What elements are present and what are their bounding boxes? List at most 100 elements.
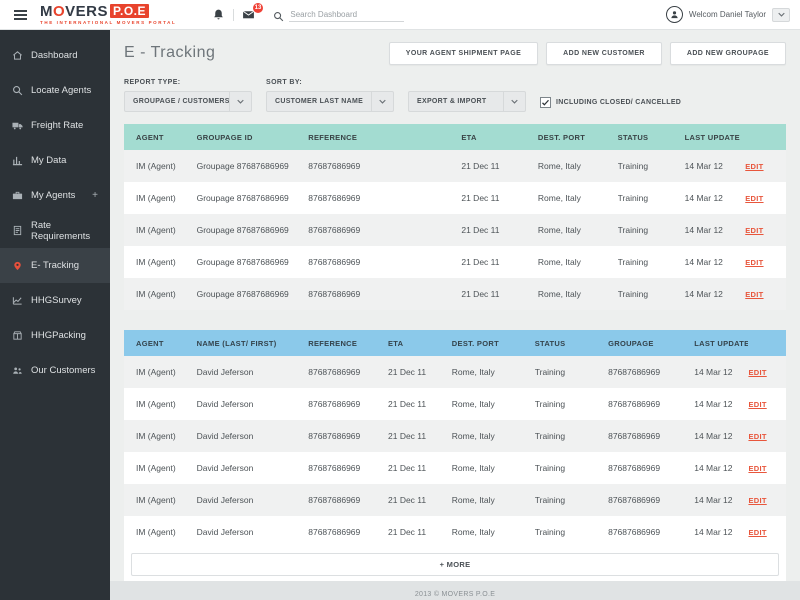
logo-tagline: THE INTERNATIONAL MOVERS PORTAL xyxy=(40,21,176,26)
table-cell: Training xyxy=(535,463,608,473)
table-cell: Training xyxy=(618,225,685,235)
table-row: IM (Agent)David Jeferson8768768696921 De… xyxy=(124,420,786,452)
sort-customer-last-name-dropdown[interactable]: CUSTOMER LAST NAME xyxy=(266,91,394,112)
search-input[interactable] xyxy=(289,8,404,22)
briefcase-icon xyxy=(12,190,23,201)
table-row: IM (Agent)Groupage 876876869698768768696… xyxy=(124,246,786,278)
edit-link[interactable]: EDIT xyxy=(748,400,774,409)
table-cell: 14 Mar 12 xyxy=(685,225,746,235)
copyright-text: 2013 © MOVERS P.O.E xyxy=(415,591,495,598)
table-cell: Rome, Italy xyxy=(452,399,535,409)
table-header-row: AGENTGROUPAGE IDREFERENCEETADEST. PORTST… xyxy=(124,124,786,150)
table-cell: 87687686969 xyxy=(308,367,388,377)
add-new-groupage-button[interactable]: ADD NEW GROUPAGE xyxy=(670,42,786,65)
table-cell: David Jeferson xyxy=(197,527,309,537)
sidebar-item-label: Rate Requirements xyxy=(31,220,98,242)
search-bar xyxy=(273,8,404,22)
sidebar-item-dashboard[interactable]: Dashboard xyxy=(0,38,110,73)
table-cell: 87687686969 xyxy=(608,495,694,505)
table-cell: 87687686969 xyxy=(608,527,694,537)
table-cell: David Jeferson xyxy=(197,431,309,441)
table-cell: 87687686969 xyxy=(308,289,461,299)
including-closed-cancelled-checkbox[interactable]: INCLUDING CLOSED/ CANCELLED xyxy=(540,97,681,108)
table-row: IM (Agent)Groupage 876876869698768768696… xyxy=(124,182,786,214)
load-more-button[interactable]: + MORE xyxy=(131,553,779,576)
sidebar-item-my-agents[interactable]: My Agents+ xyxy=(0,178,110,213)
search-icon xyxy=(273,9,284,20)
table-cell: Rome, Italy xyxy=(538,161,618,171)
sidebar-item-hhgsurvey[interactable]: HHGSurvey xyxy=(0,283,110,318)
table-row: IM (Agent)Groupage 876876869698768768696… xyxy=(124,214,786,246)
table-cell: 87687686969 xyxy=(308,399,388,409)
page-title: E - Tracking xyxy=(124,44,215,62)
footer: 2013 © MOVERS P.O.E xyxy=(110,581,800,600)
table-cell: Training xyxy=(618,193,685,203)
avatar[interactable] xyxy=(666,6,683,23)
sidebar-item-locate-agents[interactable]: Locate Agents xyxy=(0,73,110,108)
table-row: IM (Agent)Groupage 876876869698768768696… xyxy=(124,150,786,182)
chevron-down-icon xyxy=(229,92,251,111)
edit-link[interactable]: EDIT xyxy=(748,464,774,473)
more-panel: + MORE xyxy=(124,548,786,581)
sidebar-item-label: HHGSurvey xyxy=(31,295,82,306)
report-type-dropdown[interactable]: GROUPAGE / CUSTOMERS xyxy=(124,91,252,112)
edit-link[interactable]: EDIT xyxy=(745,162,774,171)
edit-link[interactable]: EDIT xyxy=(748,528,774,537)
table-cell: IM (Agent) xyxy=(136,527,197,537)
column-header: REFERENCE xyxy=(308,339,388,348)
table-row: IM (Agent)David Jeferson8768768696921 De… xyxy=(124,388,786,420)
column-header: REFERENCE xyxy=(308,133,461,142)
table-cell: 21 Dec 11 xyxy=(461,225,538,235)
table-cell: 14 Mar 12 xyxy=(685,289,746,299)
app-logo[interactable]: MOVERS P.O.E THE INTERNATIONAL MOVERS PO… xyxy=(40,4,176,26)
table-cell: 21 Dec 11 xyxy=(461,257,538,267)
table-cell: Training xyxy=(535,367,608,377)
sidebar-item-freight-rate[interactable]: Freight Rate xyxy=(0,108,110,143)
edit-link[interactable]: EDIT xyxy=(745,194,774,203)
packing-icon xyxy=(12,330,23,341)
expand-plus-icon[interactable]: + xyxy=(92,190,98,201)
sidebar-item-rate-requirements[interactable]: Rate Requirements xyxy=(0,213,110,248)
column-header: ETA xyxy=(388,339,452,348)
survey-icon xyxy=(12,295,23,306)
table-cell: 87687686969 xyxy=(308,495,388,505)
column-header: ETA xyxy=(461,133,538,142)
sidebar-item-label: HHGPacking xyxy=(31,330,86,341)
hamburger-menu-icon[interactable] xyxy=(0,10,40,20)
column-header: DEST. PORT xyxy=(452,339,535,348)
logo-text: MOVERS xyxy=(40,4,108,19)
edit-link[interactable]: EDIT xyxy=(748,432,774,441)
sidebar-item-hhgpacking[interactable]: HHGPacking xyxy=(0,318,110,353)
edit-link[interactable]: EDIT xyxy=(745,258,774,267)
message-count-badge: 13 xyxy=(253,3,264,13)
report-type-label: REPORT TYPE: xyxy=(124,79,252,86)
sidebar-item-my-data[interactable]: My Data xyxy=(0,143,110,178)
column-header: STATUS xyxy=(618,133,685,142)
table-cell: Groupage 87687686969 xyxy=(197,289,309,299)
freight-icon xyxy=(12,120,23,131)
table-cell: Groupage 87687686969 xyxy=(197,257,309,267)
edit-link[interactable]: EDIT xyxy=(745,226,774,235)
user-menu-button[interactable] xyxy=(772,8,790,22)
add-new-customer-button[interactable]: ADD NEW CUSTOMER xyxy=(546,42,662,65)
table-cell: Rome, Italy xyxy=(538,193,618,203)
messages-button[interactable]: 13 xyxy=(234,8,263,21)
table-cell: 21 Dec 11 xyxy=(388,399,452,409)
edit-link[interactable]: EDIT xyxy=(748,368,774,377)
sidebar-nav: DashboardLocate AgentsFreight RateMy Dat… xyxy=(0,30,110,600)
table-cell: IM (Agent) xyxy=(136,289,197,299)
notifications-button[interactable] xyxy=(204,8,233,21)
your-agent-shipment-page-button[interactable]: YOUR AGENT SHIPMENT PAGE xyxy=(389,42,538,65)
table-row: IM (Agent)David Jeferson8768768696921 De… xyxy=(124,452,786,484)
table-cell: 87687686969 xyxy=(308,527,388,537)
edit-link[interactable]: EDIT xyxy=(745,290,774,299)
column-header: AGENT xyxy=(136,133,197,142)
sidebar-item-e-tracking[interactable]: E- Tracking xyxy=(0,248,110,283)
edit-link[interactable]: EDIT xyxy=(748,496,774,505)
table-cell: IM (Agent) xyxy=(136,399,197,409)
bell-icon xyxy=(212,8,225,21)
document-icon xyxy=(12,225,23,236)
sidebar-item-our-customers[interactable]: Our Customers xyxy=(0,353,110,388)
sort-export-import-dropdown[interactable]: EXPORT & IMPORT xyxy=(408,91,526,112)
sort-by-label: SORT BY: xyxy=(266,79,526,86)
